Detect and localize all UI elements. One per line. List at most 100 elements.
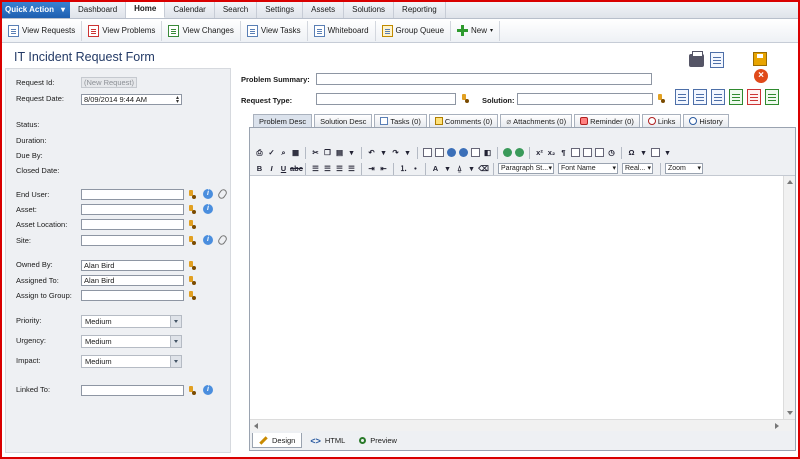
request-date-field[interactable]: 8/09/2014 9:44 AM ▴ ▾: [81, 94, 182, 105]
nav-assets[interactable]: Assets: [303, 0, 345, 18]
whiteboard-button[interactable]: Whiteboard: [308, 20, 376, 41]
end-user-info-icon[interactable]: i: [203, 189, 213, 199]
font-size-dropdown[interactable]: Real...: [622, 163, 653, 174]
linked-to-picker-icon[interactable]: [188, 386, 197, 396]
mode-design-tab[interactable]: Design: [252, 433, 303, 448]
underline-icon[interactable]: U: [278, 163, 289, 174]
nav-solutions[interactable]: Solutions: [344, 0, 395, 18]
symbol-dropdown-icon[interactable]: ▾: [638, 147, 649, 158]
owned-by-field[interactable]: Alan Bird: [81, 260, 184, 271]
assigned-to-picker-icon[interactable]: [188, 276, 197, 286]
template-icon[interactable]: ◧: [482, 147, 493, 158]
nav-home[interactable]: Home: [126, 0, 166, 18]
end-user-field[interactable]: [81, 189, 184, 200]
owned-by-picker-icon[interactable]: [188, 261, 197, 271]
tab-solution-desc[interactable]: Solution Desc: [314, 114, 373, 127]
zoom-dropdown[interactable]: Zoom: [665, 163, 703, 174]
paste-icon[interactable]: ▤: [334, 147, 345, 158]
paperclip-icon[interactable]: [216, 187, 229, 201]
nav-settings[interactable]: Settings: [257, 0, 304, 18]
copy-document-icon[interactable]: [710, 52, 724, 68]
urgency-select[interactable]: Medium: [81, 335, 182, 348]
change-icon[interactable]: [729, 89, 743, 105]
print-icon[interactable]: ⎙: [254, 147, 265, 158]
nav-calendar[interactable]: Calendar: [165, 0, 215, 18]
quick-action-button[interactable]: Quick Action ▾: [0, 0, 70, 18]
chevron-down-icon[interactable]: [170, 356, 181, 367]
printer-icon[interactable]: [689, 51, 704, 67]
paragraph-style-dropdown[interactable]: Paragraph St...: [498, 163, 554, 174]
solution-field[interactable]: [517, 93, 653, 105]
insert-element-icon[interactable]: [651, 148, 660, 157]
nav-reporting[interactable]: Reporting: [394, 0, 446, 18]
format-stripper-icon[interactable]: ⌫: [478, 163, 489, 174]
asset-location-picker-icon[interactable]: [188, 220, 197, 230]
asset-location-field[interactable]: [81, 219, 184, 230]
view-requests-button[interactable]: View Requests: [2, 20, 83, 41]
scroll-down-icon[interactable]: [787, 411, 793, 415]
asset-field[interactable]: [81, 204, 184, 215]
paperclip-icon[interactable]: [216, 233, 229, 247]
view-request-icon[interactable]: [693, 89, 707, 105]
solution-picker-icon[interactable]: [657, 94, 666, 104]
tab-tasks[interactable]: Tasks (0): [374, 114, 427, 127]
assigned-to-field[interactable]: Alan Bird: [81, 275, 184, 286]
problem-icon[interactable]: [747, 89, 761, 105]
scroll-left-icon[interactable]: [254, 423, 258, 429]
date-spinner-icon[interactable]: ▴ ▾: [176, 95, 179, 105]
flash-icon[interactable]: [447, 148, 456, 157]
chevron-down-icon[interactable]: [170, 316, 181, 327]
new-request-icon[interactable]: [675, 89, 689, 105]
form-icon[interactable]: [595, 148, 604, 157]
outdent-icon[interactable]: ⇤: [378, 163, 389, 174]
table-icon[interactable]: [571, 148, 580, 157]
bold-icon[interactable]: B: [254, 163, 265, 174]
bulleted-list-icon[interactable]: •: [410, 163, 421, 174]
asset-info-icon[interactable]: i: [203, 204, 213, 214]
close-icon[interactable]: ×: [754, 69, 768, 83]
highlight-dropdown-icon[interactable]: ▾: [466, 163, 477, 174]
image-manager-icon[interactable]: [435, 148, 444, 157]
remove-link-icon[interactable]: [515, 148, 524, 157]
vertical-scrollbar[interactable]: [783, 176, 795, 419]
problem-summary-field[interactable]: [316, 73, 652, 85]
mode-preview-tab[interactable]: Preview: [353, 433, 403, 448]
view-problems-button[interactable]: View Problems: [82, 20, 163, 41]
new-button[interactable]: New ▾: [451, 20, 501, 41]
indent-icon[interactable]: ⇥: [366, 163, 377, 174]
date-time-icon[interactable]: ◷: [606, 147, 617, 158]
strikethrough-icon[interactable]: abc: [290, 163, 303, 174]
numbered-list-icon[interactable]: ⒈: [398, 163, 409, 174]
media-icon[interactable]: [459, 148, 468, 157]
site-field[interactable]: [81, 235, 184, 246]
tab-problem-desc[interactable]: Problem Desc: [253, 114, 313, 127]
tab-attachments[interactable]: ⌀ Attachments (0): [500, 114, 573, 127]
priority-select[interactable]: Medium: [81, 315, 182, 328]
mode-html-tab[interactable]: <> HTML: [304, 433, 351, 448]
horizontal-scrollbar[interactable]: [250, 419, 795, 431]
linked-to-info-icon[interactable]: i: [203, 385, 213, 395]
hyperlink-icon[interactable]: [503, 148, 512, 157]
request-type-field[interactable]: [316, 93, 456, 105]
redo-dropdown-icon[interactable]: ▾: [402, 147, 413, 158]
chevron-down-icon[interactable]: [170, 336, 181, 347]
impact-select[interactable]: Medium: [81, 355, 182, 368]
cut-icon[interactable]: ✂: [310, 147, 321, 158]
group-queue-button[interactable]: Group Queue: [376, 20, 452, 41]
select-all-icon[interactable]: ▦: [290, 147, 301, 158]
asset-picker-icon[interactable]: [188, 205, 197, 215]
highlight-icon[interactable]: ⍙: [454, 163, 465, 174]
editor-content-area[interactable]: [250, 176, 783, 419]
font-name-dropdown[interactable]: Font Name: [558, 163, 618, 174]
font-color-icon[interactable]: A: [430, 163, 441, 174]
superscript-icon[interactable]: x²: [534, 147, 545, 158]
tab-reminder[interactable]: Reminder (0): [574, 114, 640, 127]
undo-icon[interactable]: ↶: [366, 147, 377, 158]
nav-dashboard[interactable]: Dashboard: [70, 0, 127, 18]
spellcheck-icon[interactable]: ✓: [266, 147, 277, 158]
symbol-icon[interactable]: Ω: [626, 147, 637, 158]
tab-history[interactable]: History: [683, 114, 729, 127]
save-icon[interactable]: [753, 52, 767, 66]
request-type-picker-icon[interactable]: [461, 94, 470, 104]
font-color-dropdown-icon[interactable]: ▾: [442, 163, 453, 174]
